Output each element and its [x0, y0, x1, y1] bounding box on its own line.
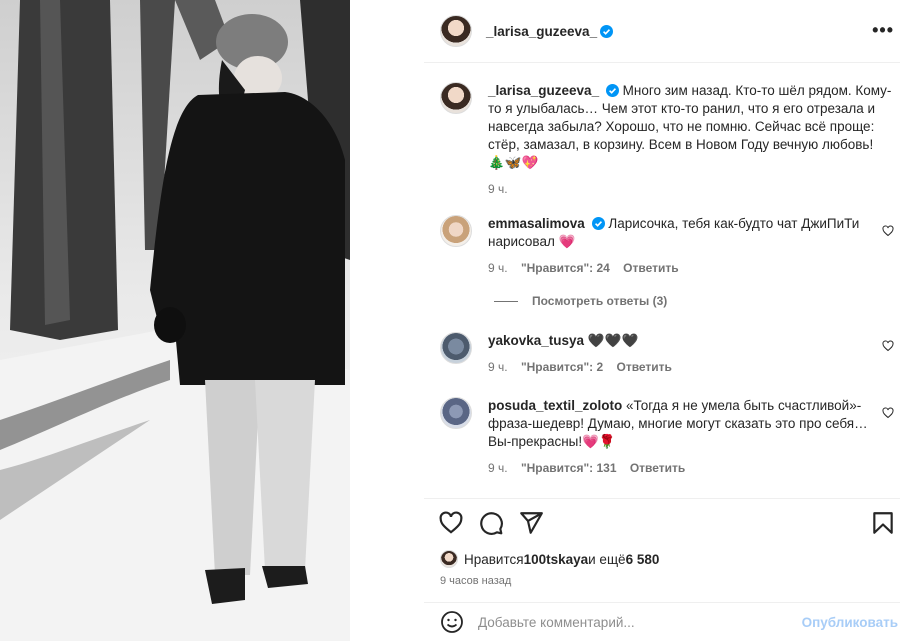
heart-icon[interactable]	[438, 510, 464, 536]
verified-badge-icon	[591, 217, 605, 230]
replies-line	[494, 300, 518, 302]
action-bar	[424, 498, 900, 548]
reply-button[interactable]: Ответить	[630, 461, 685, 475]
comment-like-heart-icon[interactable]	[882, 407, 894, 419]
likes-summary[interactable]: Нравится 100tskaya и ещё 6 580	[440, 550, 659, 568]
comment-text: 🖤🖤🖤	[587, 333, 639, 349]
post-photo[interactable]	[0, 0, 350, 641]
view-replies-label: Посмотреть ответы (3)	[532, 294, 668, 308]
verified-badge-icon	[600, 24, 614, 38]
likes-prefix: Нравится	[464, 551, 524, 567]
comment-input[interactable]: Добавьте комментарий...	[478, 615, 802, 630]
author-username[interactable]: _larisa_guzeeva_	[486, 24, 597, 39]
comment-like-heart-icon[interactable]	[882, 340, 894, 352]
more-horizontal-icon[interactable]: •••	[872, 20, 894, 41]
comment-time[interactable]: 9 ч.	[488, 461, 508, 475]
publish-button[interactable]: Опубликовать	[802, 615, 900, 630]
post-header: _larisa_guzeeva_ •••	[424, 0, 900, 62]
comment-username[interactable]: emmasalimova	[488, 216, 585, 231]
caption-time[interactable]: 9 ч.	[488, 182, 508, 196]
comment-avatar[interactable]	[440, 215, 472, 247]
caption: _larisa_guzeeva_ Много зим назад. Кто-то…	[440, 82, 892, 198]
comment-avatar[interactable]	[440, 397, 472, 429]
liker-username[interactable]: 100tskaya	[524, 552, 589, 567]
comment-likes[interactable]: "Нравится": 131	[521, 461, 617, 475]
comment-icon[interactable]	[478, 510, 504, 536]
verified-badge-icon	[605, 84, 619, 97]
liker-avatar[interactable]	[440, 550, 458, 568]
photo-illustration	[0, 0, 350, 641]
bookmark-icon[interactable]	[870, 510, 896, 536]
emoji-smile-icon[interactable]	[440, 610, 464, 634]
comments-list[interactable]: _larisa_guzeeva_ Много зим назад. Кто-то…	[424, 62, 900, 498]
reply-button[interactable]: Ответить	[616, 360, 671, 374]
comment-item: posuda_textil_zoloto «Тогда я не умела б…	[440, 397, 894, 477]
send-icon[interactable]	[518, 510, 544, 536]
comment-time[interactable]: 9 ч.	[488, 360, 508, 374]
likes-middle: и ещё	[588, 551, 626, 567]
view-replies-button[interactable]: Посмотреть ответы (3)	[494, 294, 667, 308]
comment-item: yakovka_tusya 🖤🖤🖤 9 ч. "Нравится": 2 Отв…	[440, 332, 894, 376]
post-time[interactable]: 9 часов назад	[440, 575, 511, 587]
comment-time[interactable]: 9 ч.	[488, 261, 508, 275]
comment-likes[interactable]: "Нравится": 24	[521, 261, 610, 275]
likes-count[interactable]: 6 580	[626, 552, 660, 567]
caption-avatar[interactable]	[440, 82, 472, 114]
comment-item: emmasalimova Ларисочка, тебя как-будто ч…	[440, 215, 894, 277]
comment-like-heart-icon[interactable]	[882, 225, 894, 237]
author-avatar[interactable]	[440, 15, 472, 47]
comment-username[interactable]: yakovka_tusya	[488, 333, 584, 348]
caption-username[interactable]: _larisa_guzeeva_	[488, 83, 599, 98]
comment-likes[interactable]: "Нравится": 2	[521, 360, 603, 374]
add-comment-bar: Добавьте комментарий... Опубликовать	[424, 603, 900, 641]
comment-avatar[interactable]	[440, 332, 472, 364]
comment-username[interactable]: posuda_textil_zoloto	[488, 398, 622, 413]
reply-button[interactable]: Ответить	[623, 261, 678, 275]
